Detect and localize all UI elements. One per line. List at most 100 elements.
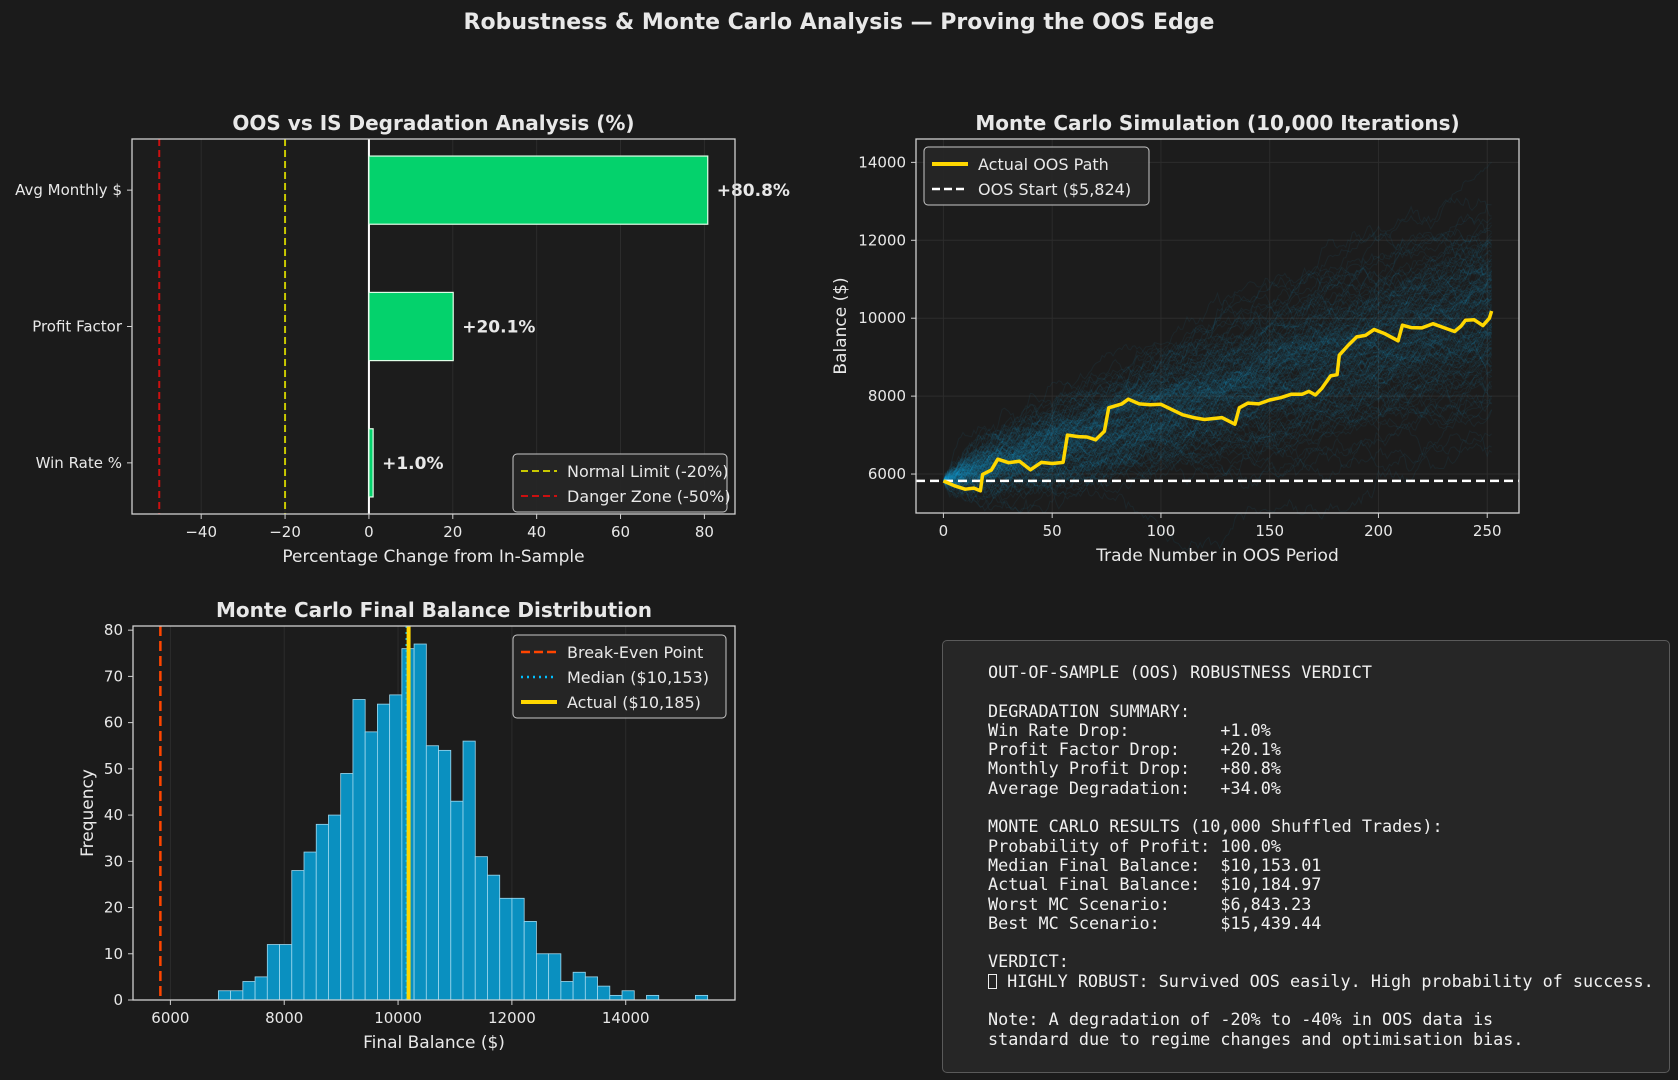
histogram-bar — [695, 994, 709, 1001]
note-line: Note: A degradation of -20% to -40% in O… — [988, 1009, 1494, 1030]
histogram-bar — [609, 994, 623, 1001]
y-tick-label: 12000 — [858, 231, 906, 249]
histogram-bar — [487, 874, 501, 1001]
x-tick-label: 20 — [443, 523, 462, 541]
x-tick-label: −40 — [185, 523, 217, 541]
histogram-bar — [548, 953, 562, 1001]
note-line: standard due to regime changes and optim… — [988, 1028, 1524, 1049]
y-tick-label: 6000 — [868, 465, 906, 483]
deg-label: Profit Factor Drop: — [988, 739, 1221, 760]
deg-value: +34.0% — [1220, 777, 1281, 798]
histogram-bar — [389, 694, 403, 1001]
histogram-bar — [536, 953, 550, 1001]
bar-value-label: +80.8% — [717, 181, 790, 201]
histogram-bar — [364, 731, 378, 1001]
chart-title: Monte Carlo Final Balance Distribution — [216, 598, 652, 622]
histogram-bar — [584, 976, 598, 1001]
bar — [368, 155, 709, 225]
legend-label: Danger Zone (-50%) — [567, 487, 731, 506]
y-tick-label: 10000 — [858, 309, 906, 327]
x-tick-label: 14000 — [602, 1009, 650, 1027]
x-axis-label: Trade Number in OOS Period — [1095, 546, 1339, 566]
x-tick-label: 80 — [695, 523, 714, 541]
histogram-bar — [254, 976, 268, 1001]
histogram-bar — [376, 703, 391, 1001]
histogram-bar — [413, 643, 427, 1001]
histogram-bar — [523, 921, 537, 1001]
verdict-heading: OUT-OF-SAMPLE (OOS) ROBUSTNESS VERDICT — [988, 662, 1372, 682]
histogram-bar — [474, 856, 488, 1001]
x-tick-label: 40 — [527, 523, 546, 541]
x-tick-label: 60 — [611, 523, 630, 541]
mc-label: Probability of Profit: — [988, 835, 1221, 856]
histogram-bar — [303, 851, 317, 1001]
verdict-label: VERDICT: — [988, 951, 1069, 972]
histogram-bar — [425, 745, 439, 1001]
mc-heading: MONTE CARLO RESULTS (10,000 Shuffled Tra… — [988, 816, 1443, 837]
x-tick-label: 12000 — [488, 1009, 536, 1027]
legend: Actual OOS Path OOS Start ($5,824) — [923, 146, 1150, 206]
histogram-bar — [352, 699, 366, 1001]
mc-label: Best MC Scenario: — [988, 912, 1221, 933]
bar-value-label: +1.0% — [382, 454, 443, 474]
x-tick-label: 150 — [1255, 522, 1284, 540]
histogram-bar — [560, 981, 574, 1001]
chart-title: Monte Carlo Simulation (10,000 Iteration… — [975, 111, 1459, 135]
mc-value: $10,153.01 — [1220, 854, 1322, 875]
histogram-bar — [291, 870, 305, 1001]
deg-value: +20.1% — [1220, 739, 1281, 760]
histogram-bar — [230, 990, 244, 1001]
mc-value: 100.0% — [1220, 835, 1281, 856]
y-axis-label: Balance ($) — [831, 277, 851, 374]
histogram-bar — [499, 897, 513, 1001]
verdict-text: OUT-OF-SAMPLE (OOS) ROBUSTNESS VERDICT D… — [988, 662, 1654, 1049]
mc-value: $10,184.97 — [1220, 874, 1322, 895]
y-tick-label: Avg Monthly $ — [15, 181, 122, 199]
deg-label: Average Degradation: — [988, 777, 1221, 798]
y-tick-label: 20 — [104, 899, 123, 917]
bar — [368, 291, 454, 362]
x-tick-label: 6000 — [151, 1009, 189, 1027]
mc-label: Actual Final Balance: — [988, 874, 1221, 895]
y-tick-label: 70 — [104, 667, 123, 685]
deg-label: Win Rate Drop: — [988, 719, 1221, 740]
mc-value: $15,439.44 — [1220, 912, 1322, 933]
mc-label: Worst MC Scenario: — [988, 893, 1221, 914]
histogram-bar — [450, 800, 464, 1001]
histogram-bar — [328, 814, 342, 1001]
mc-label: Median Final Balance: — [988, 854, 1221, 875]
x-tick-label: 8000 — [265, 1009, 303, 1027]
y-tick-label: 40 — [104, 806, 123, 824]
deg-value: +1.0% — [1220, 719, 1271, 740]
histogram-bar — [217, 990, 232, 1001]
legend: Normal Limit (-20%) Danger Zone (-50%) — [512, 453, 731, 513]
legend: Break-Even Point Median ($10,153) Actual (… — [512, 634, 727, 719]
deg-value: +80.8% — [1220, 758, 1281, 779]
x-tick-label: 50 — [1043, 522, 1062, 540]
histogram-bar — [511, 897, 525, 1001]
histogram-bar — [242, 981, 256, 1001]
degradation-heading: DEGRADATION SUMMARY: — [988, 700, 1191, 721]
y-tick-label: 0 — [113, 991, 123, 1009]
x-axis-label: Percentage Change from In-Sample — [282, 547, 584, 567]
histogram-bar — [315, 823, 329, 1001]
x-tick-label: 0 — [364, 523, 374, 541]
y-tick-label: 60 — [104, 714, 123, 732]
histogram-bar — [438, 749, 452, 1001]
histogram-bar — [266, 944, 280, 1001]
legend-label: Break-Even Point — [567, 643, 703, 662]
bar-value-label: +20.1% — [462, 318, 535, 338]
y-tick-label: Win Rate % — [36, 454, 122, 472]
legend-label: Normal Limit (-20%) — [567, 462, 729, 481]
x-tick-label: −20 — [269, 523, 301, 541]
y-tick-label: 80 — [104, 621, 123, 639]
missing-glyph-icon — [988, 973, 997, 989]
deg-label: Monthly Profit Drop: — [988, 758, 1221, 779]
y-tick-label: 30 — [104, 852, 123, 870]
verdict-result: HIGHLY ROBUST: Survived OOS easily. High… — [997, 970, 1654, 991]
x-axis-label: Final Balance ($) — [363, 1033, 505, 1053]
histogram-bar — [572, 971, 586, 1001]
mc-value: $6,843.23 — [1220, 893, 1312, 914]
x-tick-label: 10000 — [374, 1009, 422, 1027]
histogram-bar — [597, 985, 611, 1001]
